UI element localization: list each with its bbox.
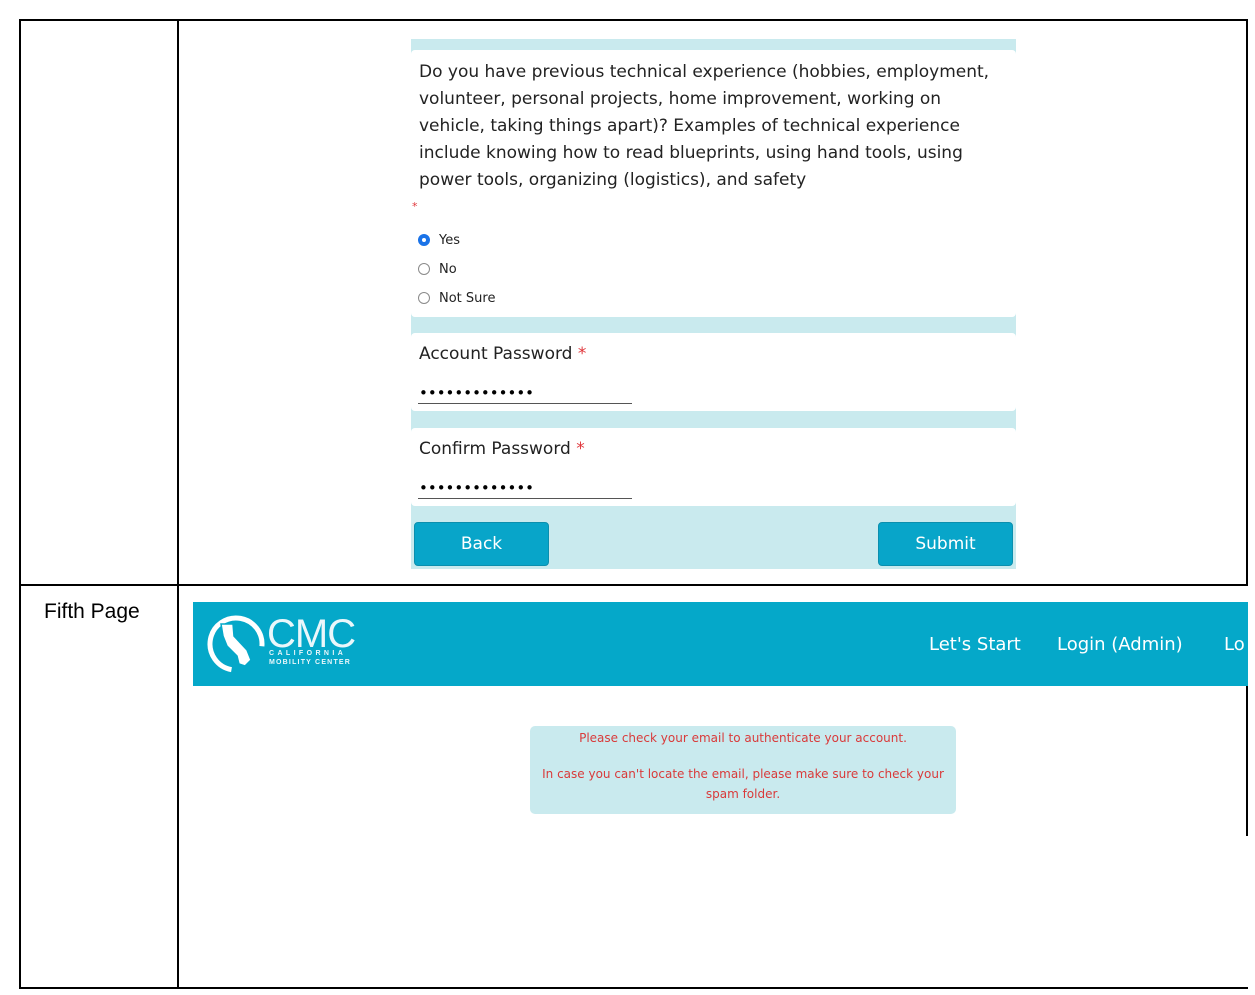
nav-login-truncated[interactable]: Lo bbox=[1224, 634, 1245, 655]
account-password-input[interactable] bbox=[418, 382, 632, 404]
required-mark: * bbox=[577, 344, 587, 364]
radio-label: Yes bbox=[439, 232, 460, 248]
account-password-label: Account Password * bbox=[419, 344, 586, 364]
table-row-divider bbox=[19, 584, 1248, 586]
logo-subtitle-california: CALIFORNIA bbox=[269, 650, 347, 657]
notice-line-1: Please check your email to authenticate … bbox=[579, 731, 907, 745]
radio-label: Not Sure bbox=[439, 290, 496, 306]
back-button[interactable]: Back bbox=[414, 522, 549, 566]
radio-option-not-sure[interactable]: Not Sure bbox=[418, 288, 495, 308]
site-navbar: CMC CALIFORNIA MOBILITY CENTER Let's Sta… bbox=[193, 602, 1248, 686]
radio-label: No bbox=[439, 261, 457, 277]
radio-option-no[interactable]: No bbox=[418, 259, 457, 279]
required-mark: * bbox=[576, 439, 585, 459]
nav-lets-start[interactable]: Let's Start bbox=[929, 634, 1021, 655]
table-border-top bbox=[19, 19, 1248, 21]
table-border-right-bottom bbox=[1246, 686, 1248, 836]
account-password-label-text: Account Password bbox=[419, 344, 573, 364]
radio-unchecked-icon[interactable] bbox=[418, 263, 430, 275]
table-border-left bbox=[19, 19, 21, 989]
email-auth-notice: Please check your email to authenticate … bbox=[530, 726, 956, 814]
notice-line-2: In case you can't locate the email, plea… bbox=[542, 767, 944, 801]
radio-checked-icon[interactable] bbox=[418, 234, 430, 246]
confirm-password-label: Confirm Password * bbox=[419, 439, 585, 459]
logo-subtitle-mobility-center: MOBILITY CENTER bbox=[269, 659, 352, 666]
radio-unchecked-icon[interactable] bbox=[418, 292, 430, 304]
table-border-right-top bbox=[1246, 19, 1248, 586]
table-column-divider bbox=[177, 19, 179, 989]
confirm-password-label-text: Confirm Password bbox=[419, 439, 571, 459]
california-logo-icon[interactable] bbox=[207, 614, 265, 674]
radio-option-yes[interactable]: Yes bbox=[418, 230, 460, 250]
row-label-fifth-page: Fifth Page bbox=[44, 600, 140, 623]
confirm-password-input[interactable] bbox=[418, 477, 632, 499]
question-required-mark: * bbox=[412, 200, 418, 213]
nav-login-admin[interactable]: Login (Admin) bbox=[1057, 634, 1183, 655]
submit-button[interactable]: Submit bbox=[878, 522, 1013, 566]
question-text: Do you have previous technical experienc… bbox=[419, 62, 990, 190]
table-border-bottom bbox=[19, 987, 1248, 989]
